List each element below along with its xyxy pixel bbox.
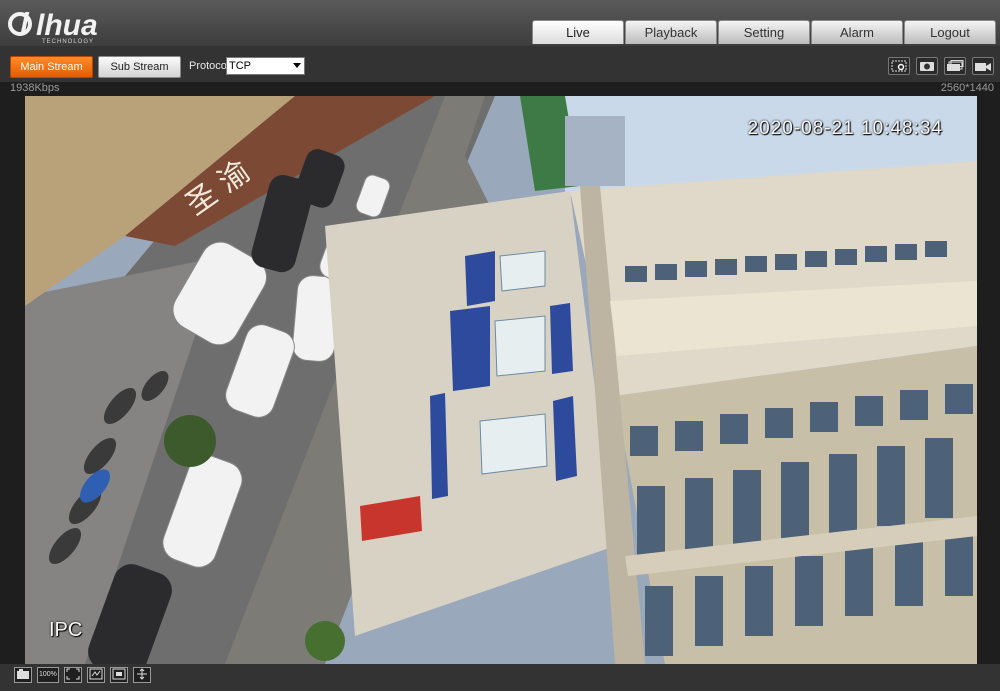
zoom-region-icon[interactable] — [888, 57, 910, 75]
header-bar: lhua TECHNOLOGY Live Playback Setting Al… — [0, 0, 1000, 46]
tab-logout[interactable]: Logout — [904, 20, 996, 44]
video-controls: 100% — [14, 667, 151, 683]
snapshot-icon[interactable] — [916, 57, 938, 75]
live-tools — [888, 57, 994, 75]
dahua-logo-icon: lhua TECHNOLOGY — [8, 9, 98, 45]
chevron-down-icon — [293, 63, 301, 68]
main-stream-button[interactable]: Main Stream — [10, 56, 93, 78]
triple-snapshot-icon[interactable] — [944, 57, 966, 75]
resolution-readout: 2560*1440 — [940, 82, 994, 94]
tab-alarm[interactable]: Alarm — [811, 20, 903, 44]
fullscreen-icon[interactable] — [109, 667, 128, 683]
protocol-value: TCP — [229, 60, 251, 72]
stream-toolbar: Main Stream Sub Stream Protocol TCP — [0, 46, 1000, 82]
tab-setting[interactable]: Setting — [718, 20, 810, 44]
fit-window-icon[interactable] — [63, 667, 82, 683]
brand-logo: lhua TECHNOLOGY — [6, 4, 121, 45]
osd-channel-name: IPC — [49, 619, 83, 641]
osd-timestamp: 2020-08-21 10:48:34 — [747, 118, 943, 139]
sub-stream-button[interactable]: Sub Stream — [98, 56, 181, 78]
record-icon[interactable] — [972, 57, 994, 75]
aspect-ratio-icon[interactable] — [86, 667, 105, 683]
main-nav: Live Playback Setting Alarm Logout — [532, 20, 996, 44]
svg-text:lhua: lhua — [36, 9, 98, 42]
window-split-icon[interactable] — [14, 667, 32, 683]
video-right-margin — [977, 96, 1000, 664]
svg-text:TECHNOLOGY: TECHNOLOGY — [42, 39, 94, 44]
camera-frame-image: 圣 渝 — [25, 96, 977, 664]
video-left-margin — [0, 96, 25, 664]
ptz-icon[interactable] — [132, 667, 151, 683]
zoom-100-icon[interactable]: 100% — [37, 667, 59, 683]
live-video-view[interactable]: 圣 渝 2020-08-21 10:48:34 IPC — [25, 96, 977, 664]
tab-live[interactable]: Live — [532, 20, 624, 44]
protocol-select[interactable]: TCP — [226, 57, 305, 75]
status-bar: 1938Kbps 2560*1440 — [0, 82, 1000, 96]
video-control-bar: 100% — [0, 664, 1000, 691]
protocol-label: Protocol — [189, 60, 230, 72]
tab-playback[interactable]: Playback — [625, 20, 717, 44]
bitrate-readout: 1938Kbps — [10, 82, 60, 94]
